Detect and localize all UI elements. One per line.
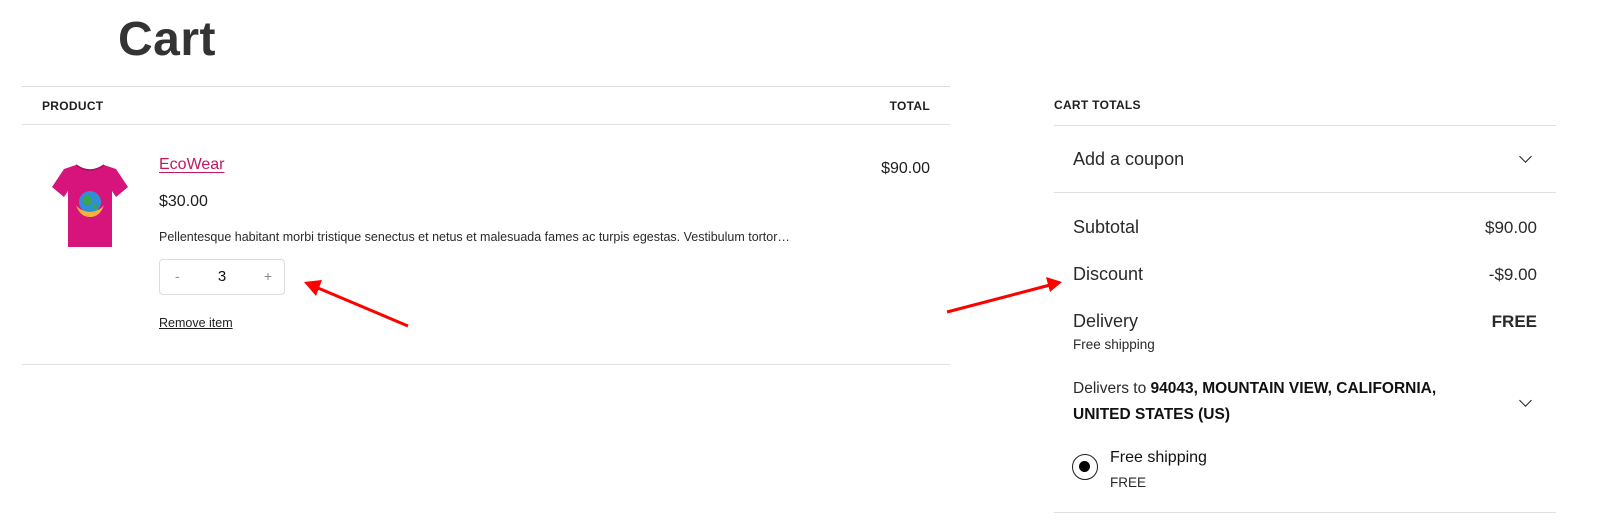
- quantity-stepper: - +: [159, 259, 285, 295]
- delivery-method-note: Free shipping: [1073, 337, 1155, 352]
- add-coupon-toggle[interactable]: Add a coupon: [1054, 126, 1556, 192]
- header-divider: [22, 124, 950, 125]
- product-unit-price: $30.00: [159, 193, 208, 210]
- arrow-icon: [946, 277, 1062, 314]
- quantity-input[interactable]: [200, 268, 244, 285]
- chevron-down-icon: [1519, 150, 1532, 163]
- cart-totals-header: CART TOTALS: [1054, 98, 1141, 112]
- shipping-option-name[interactable]: Free shipping: [1110, 449, 1207, 467]
- delivery-address: Delivers to 94043, MOUNTAIN VIEW, CALIFO…: [1073, 376, 1493, 428]
- delivery-label: Delivery: [1073, 311, 1139, 331]
- cart-items-table: PRODUCT TOTAL EcoWear $30.00 Pellentesqu…: [22, 86, 950, 365]
- shipping-option-price: FREE: [1110, 475, 1147, 490]
- cart-totals-panel: CART TOTALS Add a coupon Subtotal $90.00…: [1054, 86, 1556, 531]
- subtotal-label: Subtotal: [1073, 217, 1140, 237]
- remove-item-link[interactable]: Remove item: [159, 316, 233, 330]
- radio-selected-dot: [1079, 461, 1090, 472]
- delivers-to-label: Delivers to: [1073, 380, 1147, 397]
- coupon-label: Add a coupon: [1073, 149, 1185, 169]
- change-address-toggle[interactable]: [1496, 376, 1556, 428]
- total-column-header: TOTAL: [889, 99, 930, 113]
- decrease-quantity-button[interactable]: -: [175, 268, 180, 284]
- increase-quantity-button[interactable]: +: [264, 268, 272, 284]
- product-name-link[interactable]: EcoWear: [159, 156, 225, 174]
- tshirt-icon[interactable]: [50, 157, 130, 253]
- chevron-down-icon: [1519, 394, 1532, 407]
- shipping-divider: [1054, 512, 1556, 513]
- discount-label: Discount: [1073, 264, 1144, 284]
- coupon-divider: [1054, 192, 1556, 193]
- discount-value: -$9.00: [1488, 265, 1537, 284]
- product-column-header: PRODUCT: [42, 99, 104, 113]
- delivery-value: FREE: [1491, 312, 1537, 331]
- subtotal-value: $90.00: [1485, 218, 1537, 237]
- page-title: Cart: [118, 13, 217, 66]
- free-shipping-radio[interactable]: [1072, 454, 1098, 480]
- product-description: Pellentesque habitant morbi tristique se…: [159, 230, 790, 244]
- line-total: $90.00: [881, 160, 930, 177]
